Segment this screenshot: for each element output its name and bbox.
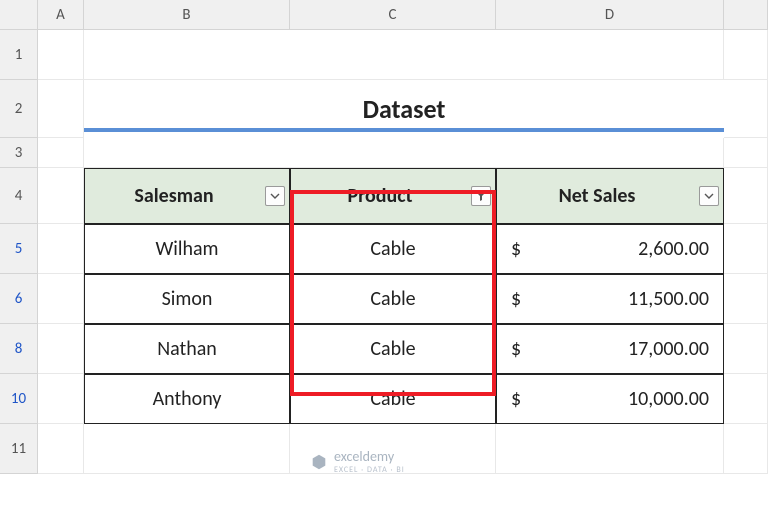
cell-E4[interactable] xyxy=(724,168,768,224)
header-salesman[interactable]: Salesman xyxy=(84,168,290,224)
cell-product-2[interactable]: Cable xyxy=(290,324,496,374)
cell-A8[interactable] xyxy=(38,324,84,374)
header-product[interactable]: Product xyxy=(290,168,496,224)
cell-A3[interactable] xyxy=(38,138,84,168)
cell-A4[interactable] xyxy=(38,168,84,224)
cell-E10[interactable] xyxy=(724,374,768,424)
col-head-next[interactable] xyxy=(724,0,768,30)
cell-E3[interactable] xyxy=(724,138,768,168)
row-head-1[interactable]: 1 xyxy=(0,30,38,80)
net-sales-value: 10,000.00 xyxy=(628,387,709,411)
cell-merged-row1[interactable] xyxy=(84,30,724,80)
cell-A1[interactable] xyxy=(38,30,84,80)
cell-A10[interactable] xyxy=(38,374,84,424)
funnel-icon xyxy=(475,190,487,202)
title-text: Dataset xyxy=(363,93,446,125)
col-head-B[interactable]: B xyxy=(84,0,290,30)
spreadsheet-grid: A B C D 1 2 Dataset 3 4 Salesman Product… xyxy=(0,0,768,506)
filter-button-salesman[interactable] xyxy=(265,186,285,206)
currency-symbol: $ xyxy=(511,387,521,411)
cell-E11[interactable] xyxy=(724,424,768,474)
filter-button-net-sales[interactable] xyxy=(699,186,719,206)
cell-product-0[interactable]: Cable xyxy=(290,224,496,274)
salesman-value: Wilham xyxy=(155,237,218,261)
salesman-value: Nathan xyxy=(157,337,217,361)
salesman-value: Anthony xyxy=(153,387,222,411)
currency-symbol: $ xyxy=(511,237,521,261)
cell-A11[interactable] xyxy=(38,424,84,474)
cell-A2[interactable] xyxy=(38,80,84,138)
col-head-A[interactable]: A xyxy=(38,0,84,30)
chevron-down-icon xyxy=(704,191,714,201)
cell-B11[interactable] xyxy=(84,424,290,474)
cell-salesman-2[interactable]: Nathan xyxy=(84,324,290,374)
cell-netsales-0[interactable]: $2,600.00 xyxy=(496,224,724,274)
row-head-2[interactable]: 2 xyxy=(0,80,38,138)
row-head-8[interactable]: 8 xyxy=(0,324,38,374)
salesman-value: Simon xyxy=(162,287,213,311)
header-salesman-label: Salesman xyxy=(134,184,213,208)
row-head-3[interactable]: 3 xyxy=(0,138,38,168)
cell-D11[interactable] xyxy=(496,424,724,474)
net-sales-value: 17,000.00 xyxy=(628,337,709,361)
cell-E5[interactable] xyxy=(724,224,768,274)
row-head-5[interactable]: 5 xyxy=(0,224,38,274)
watermark-tagline: EXCEL · DATA · BI xyxy=(334,465,405,475)
net-sales-value: 11,500.00 xyxy=(628,287,709,311)
cell-E1[interactable] xyxy=(724,30,768,80)
cell-A5[interactable] xyxy=(38,224,84,274)
currency-symbol: $ xyxy=(511,337,521,361)
header-net-sales-label: Net Sales xyxy=(559,184,636,208)
col-head-C[interactable]: C xyxy=(290,0,496,30)
col-head-D[interactable]: D xyxy=(496,0,724,30)
cell-salesman-0[interactable]: Wilham xyxy=(84,224,290,274)
currency-symbol: $ xyxy=(511,287,521,311)
cell-salesman-1[interactable]: Simon xyxy=(84,274,290,324)
row-head-10[interactable]: 10 xyxy=(0,374,38,424)
watermark-brand: exceldemy xyxy=(334,448,394,465)
cell-E6[interactable] xyxy=(724,274,768,324)
chevron-down-icon xyxy=(270,191,280,201)
cell-A6[interactable] xyxy=(38,274,84,324)
cell-E2[interactable] xyxy=(724,80,768,138)
cell-product-1[interactable]: Cable xyxy=(290,274,496,324)
header-net-sales[interactable]: Net Sales xyxy=(496,168,724,224)
row-head-4[interactable]: 4 xyxy=(0,168,38,224)
title-underline xyxy=(84,128,724,132)
watermark: exceldemy EXCEL · DATA · BI xyxy=(310,448,405,475)
product-value: Cable xyxy=(370,387,415,411)
cell-salesman-3[interactable]: Anthony xyxy=(84,374,290,424)
row-head-11[interactable]: 11 xyxy=(0,424,38,474)
select-all-corner[interactable] xyxy=(0,0,38,30)
product-value: Cable xyxy=(370,237,415,261)
cell-netsales-1[interactable]: $11,500.00 xyxy=(496,274,724,324)
cell-merged-row3[interactable] xyxy=(84,138,724,168)
row-head-6[interactable]: 6 xyxy=(0,274,38,324)
product-value: Cable xyxy=(370,287,415,311)
cell-product-3[interactable]: Cable xyxy=(290,374,496,424)
title-cell[interactable]: Dataset xyxy=(84,80,724,138)
cell-netsales-2[interactable]: $17,000.00 xyxy=(496,324,724,374)
cell-E8[interactable] xyxy=(724,324,768,374)
header-product-label: Product xyxy=(347,184,412,208)
product-value: Cable xyxy=(370,337,415,361)
filter-button-product-active[interactable] xyxy=(471,186,491,206)
net-sales-value: 2,600.00 xyxy=(638,237,709,261)
cube-icon xyxy=(310,453,328,471)
cell-netsales-3[interactable]: $10,000.00 xyxy=(496,374,724,424)
